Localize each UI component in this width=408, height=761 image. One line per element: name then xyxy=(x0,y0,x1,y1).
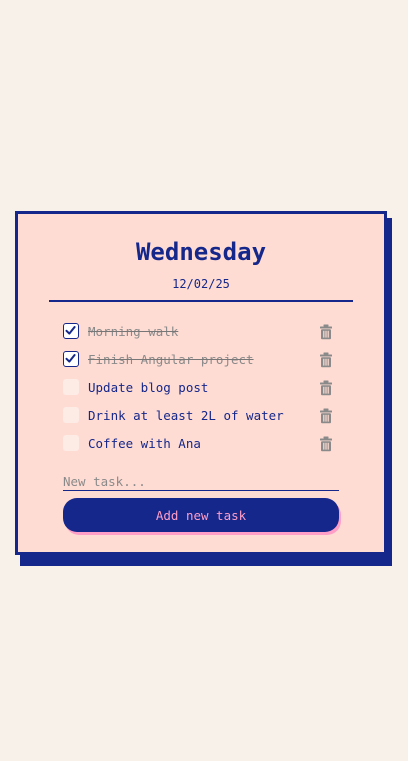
divider xyxy=(49,300,353,302)
task-label: Coffee with Ana xyxy=(88,436,201,451)
day-title: Wednesday xyxy=(135,238,267,266)
task-checkbox[interactable] xyxy=(63,435,79,451)
task-item: Coffee with Ana xyxy=(63,432,343,460)
todo-card: Wednesday 12/02/25 Morning walk Finish A… xyxy=(15,211,387,555)
task-label: Drink at least 2L of water xyxy=(88,408,284,423)
task-item: Morning walk xyxy=(63,320,343,348)
task-checkbox[interactable] xyxy=(63,351,79,367)
task-list: Morning walk Finish Angular project Upda… xyxy=(63,320,343,460)
trash-icon[interactable] xyxy=(319,324,333,340)
task-item: Finish Angular project xyxy=(63,348,343,376)
date-label: 12/02/25 xyxy=(172,277,230,291)
task-checkbox[interactable] xyxy=(63,379,79,395)
check-icon xyxy=(65,354,76,363)
check-icon xyxy=(65,326,76,335)
task-item: Drink at least 2L of water xyxy=(63,404,343,432)
task-item: Update blog post xyxy=(63,376,343,404)
add-task-button[interactable]: Add new task xyxy=(63,498,339,532)
trash-icon[interactable] xyxy=(319,408,333,424)
new-task-input[interactable] xyxy=(63,472,339,491)
task-checkbox[interactable] xyxy=(63,323,79,339)
trash-icon[interactable] xyxy=(319,436,333,452)
task-label: Morning walk xyxy=(88,324,179,339)
trash-icon[interactable] xyxy=(319,380,333,396)
task-label: Finish Angular project xyxy=(88,352,254,367)
task-label: Update blog post xyxy=(88,380,209,395)
trash-icon[interactable] xyxy=(319,352,333,368)
task-checkbox[interactable] xyxy=(63,407,79,423)
